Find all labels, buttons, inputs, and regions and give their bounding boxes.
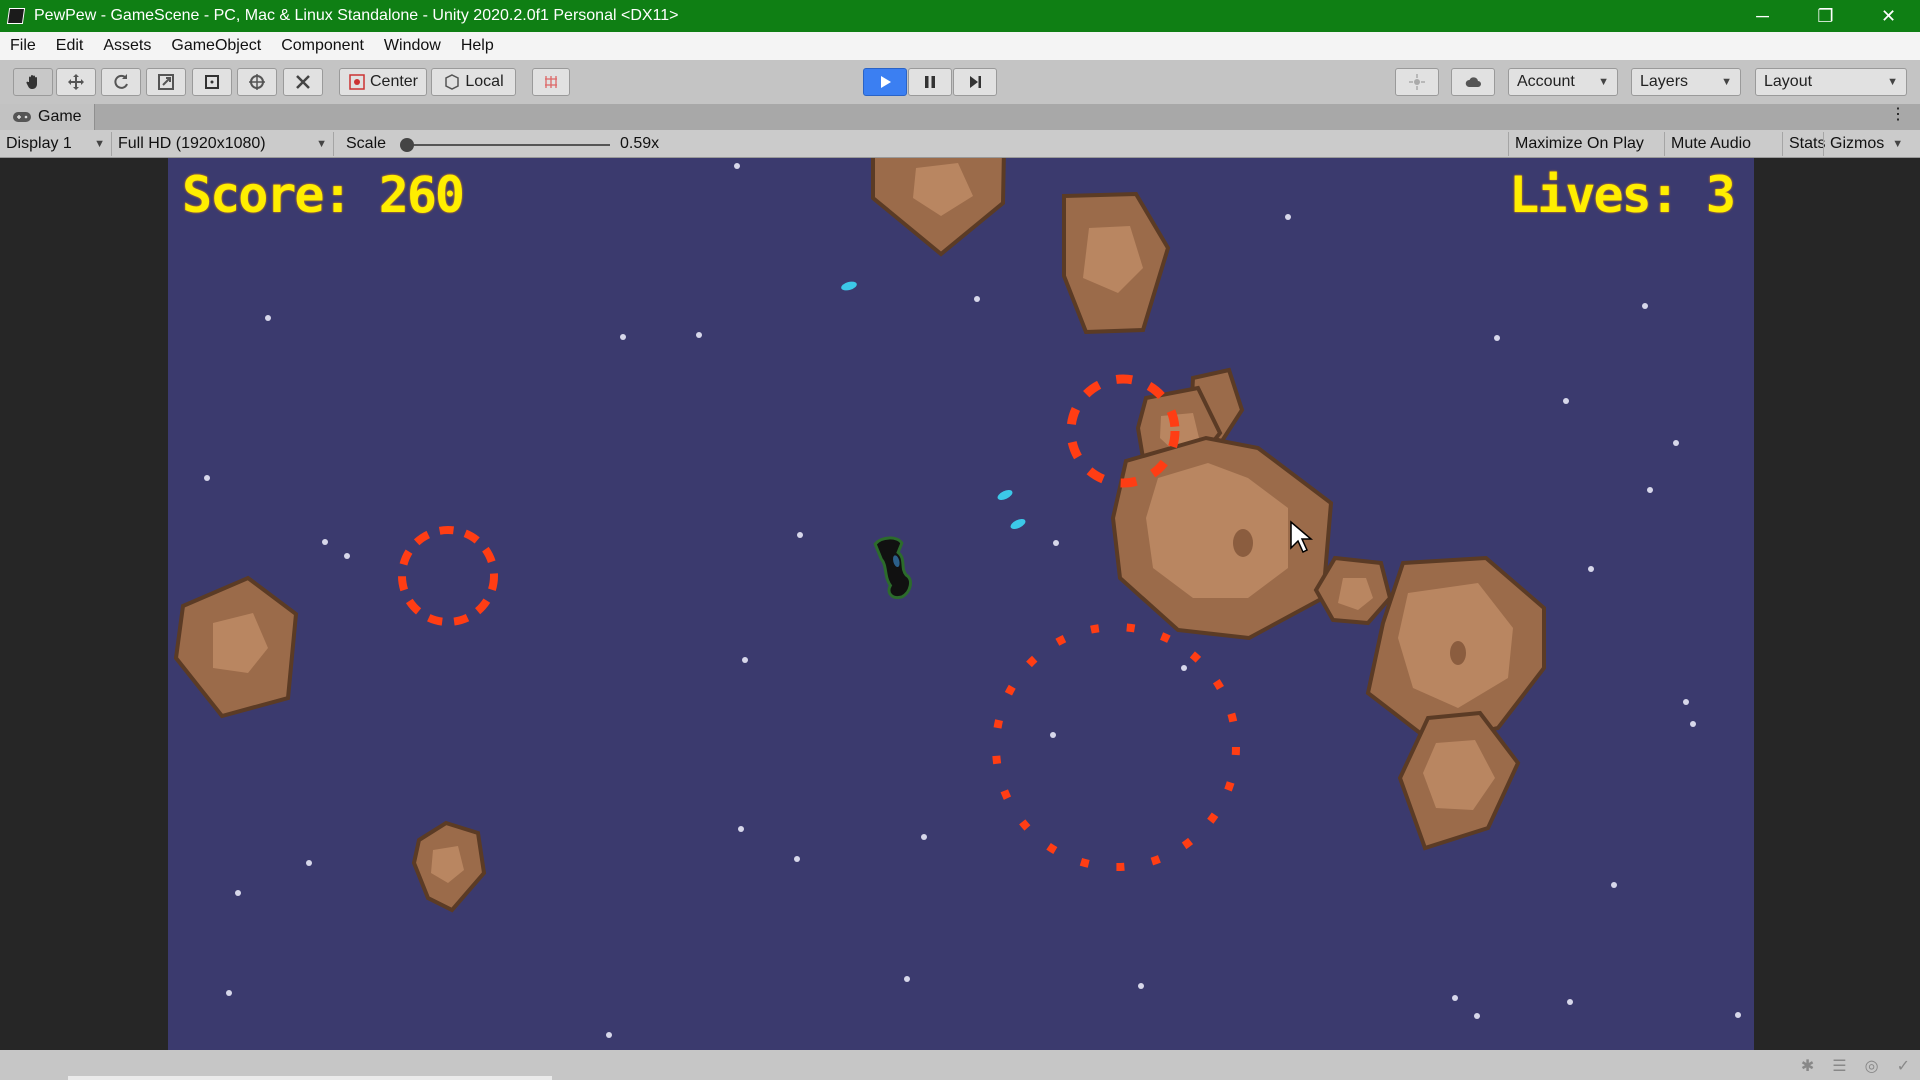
player-ship <box>873 536 912 600</box>
restore-button[interactable]: ❐ <box>1794 0 1857 32</box>
asteroid <box>1062 191 1171 335</box>
scale-slider-track[interactable] <box>405 144 610 146</box>
scale-slider-handle[interactable] <box>400 138 414 152</box>
pivot-center-icon <box>349 74 365 90</box>
local-space-icon <box>445 74 460 90</box>
window-title: PewPew - GameScene - PC, Mac & Linux Sta… <box>34 7 679 24</box>
game-view[interactable]: Score: 260 Lives: 3 <box>168 158 1754 1050</box>
explosion-ring <box>992 623 1240 871</box>
game-control-bar: Display 1 ▼ Full HD (1920x1080) ▼ Scale … <box>0 130 1920 158</box>
resolution-dropdown[interactable]: Full HD (1920x1080) ▼ <box>112 132 334 156</box>
asteroid <box>1313 555 1393 626</box>
menu-gameobject[interactable]: GameObject <box>161 37 271 55</box>
gizmos-label: Gizmos <box>1830 135 1885 152</box>
grid-snap-icon <box>545 76 557 88</box>
main-toolbar: Center Local Account ▼ Layers ▼ Layout ▼ <box>0 60 1920 104</box>
move-icon <box>68 74 84 90</box>
scale-icon <box>158 74 174 90</box>
bullet <box>1010 519 1026 529</box>
tab-game-label: Game <box>38 108 82 125</box>
account-dropdown[interactable]: Account ▼ <box>1508 68 1618 96</box>
lives-text: Lives: 3 <box>1509 166 1736 224</box>
bullet <box>841 281 857 291</box>
transform-icon <box>249 74 265 90</box>
menu-assets[interactable]: Assets <box>93 37 161 55</box>
pause-icon <box>925 76 935 88</box>
transform-tool-button[interactable] <box>237 68 277 96</box>
menu-file[interactable]: File <box>0 37 46 55</box>
chevron-down-icon: ▼ <box>1598 76 1609 88</box>
rect-transform-icon <box>205 75 219 89</box>
account-label: Account <box>1517 73 1575 90</box>
rect-tool-button[interactable] <box>192 68 232 96</box>
layout-label: Layout <box>1764 73 1813 90</box>
pivot-toggle-button[interactable]: Center <box>339 68 427 96</box>
menu-edit[interactable]: Edit <box>46 37 94 55</box>
collab-icon <box>1409 74 1425 90</box>
cache-icon[interactable]: ☰ <box>1832 1056 1846 1076</box>
chevron-down-icon: ▼ <box>1721 76 1732 88</box>
step-icon <box>970 76 981 88</box>
chevron-down-icon: ▼ <box>316 138 327 150</box>
game-tab-bar: Game ⋮ <box>0 104 1920 130</box>
step-button[interactable] <box>953 68 997 96</box>
cloud-button[interactable] <box>1451 68 1495 96</box>
explosion-ring <box>398 526 498 626</box>
scale-value: 0.59x <box>620 135 660 152</box>
chevron-down-icon: ▼ <box>1887 76 1898 88</box>
cloud-icon <box>1465 77 1481 87</box>
maximize-on-play-toggle[interactable]: Maximize On Play <box>1508 132 1650 156</box>
bug-icon[interactable]: ✱ <box>1801 1056 1814 1076</box>
scale-label: Scale <box>346 135 387 152</box>
auto-generate-icon[interactable]: ◎ <box>1865 1056 1879 1076</box>
asteroid <box>411 820 487 913</box>
minimize-button[interactable]: ─ <box>1731 0 1794 32</box>
pivot-label: Center <box>369 73 419 90</box>
snap-toggle-button[interactable] <box>532 68 570 96</box>
mute-audio-toggle[interactable]: Mute Audio <box>1664 132 1757 156</box>
gizmos-dropdown[interactable]: Gizmos ▼ <box>1823 132 1909 156</box>
status-icons: ✱ ☰ ◎ ✓ <box>1801 1056 1910 1076</box>
space-toggle-button[interactable]: Local <box>431 68 516 96</box>
menu-window[interactable]: Window <box>374 37 451 55</box>
asteroid <box>871 158 1006 257</box>
menu-component[interactable]: Component <box>271 37 374 55</box>
tab-game[interactable]: Game <box>0 104 95 130</box>
chevron-down-icon: ▼ <box>94 138 105 150</box>
pause-button[interactable] <box>908 68 952 96</box>
layers-dropdown[interactable]: Layers ▼ <box>1631 68 1741 96</box>
layers-label: Layers <box>1640 73 1689 90</box>
close-button[interactable]: ✕ <box>1857 0 1920 32</box>
play-icon <box>881 76 891 88</box>
menu-help[interactable]: Help <box>451 37 504 55</box>
status-bar: ✱ ☰ ◎ ✓ <box>0 1050 1920 1080</box>
game-scene <box>173 158 1546 913</box>
rotate-icon <box>114 74 128 89</box>
hand-icon <box>26 75 37 89</box>
display-label: Display 1 <box>6 135 72 152</box>
custom-tool-button[interactable] <box>283 68 323 96</box>
check-icon[interactable]: ✓ <box>1897 1056 1910 1076</box>
score-text: Score: 260 <box>182 166 465 224</box>
hand-tool-button[interactable] <box>13 68 53 96</box>
resolution-label: Full HD (1920x1080) <box>118 135 266 152</box>
asteroid <box>173 575 299 719</box>
tools-icon <box>296 75 310 89</box>
collab-button[interactable] <box>1395 68 1439 96</box>
display-dropdown[interactable]: Display 1 ▼ <box>0 132 112 156</box>
space-label: Local <box>465 73 504 90</box>
gamepad-icon <box>13 112 31 122</box>
unity-logo-icon <box>6 8 26 24</box>
window-title-bar: PewPew - GameScene - PC, Mac & Linux Sta… <box>0 0 1920 32</box>
layout-dropdown[interactable]: Layout ▼ <box>1755 68 1907 96</box>
more-options-icon[interactable]: ⋮ <box>1890 104 1906 124</box>
progress-bar <box>68 1076 552 1080</box>
scale-tool-button[interactable] <box>146 68 186 96</box>
move-tool-button[interactable] <box>56 68 96 96</box>
play-button[interactable] <box>863 68 907 96</box>
bullet <box>997 490 1013 500</box>
menu-bar: File Edit Assets GameObject Component Wi… <box>0 32 1920 60</box>
rotate-tool-button[interactable] <box>101 68 141 96</box>
chevron-down-icon: ▼ <box>1892 138 1904 150</box>
